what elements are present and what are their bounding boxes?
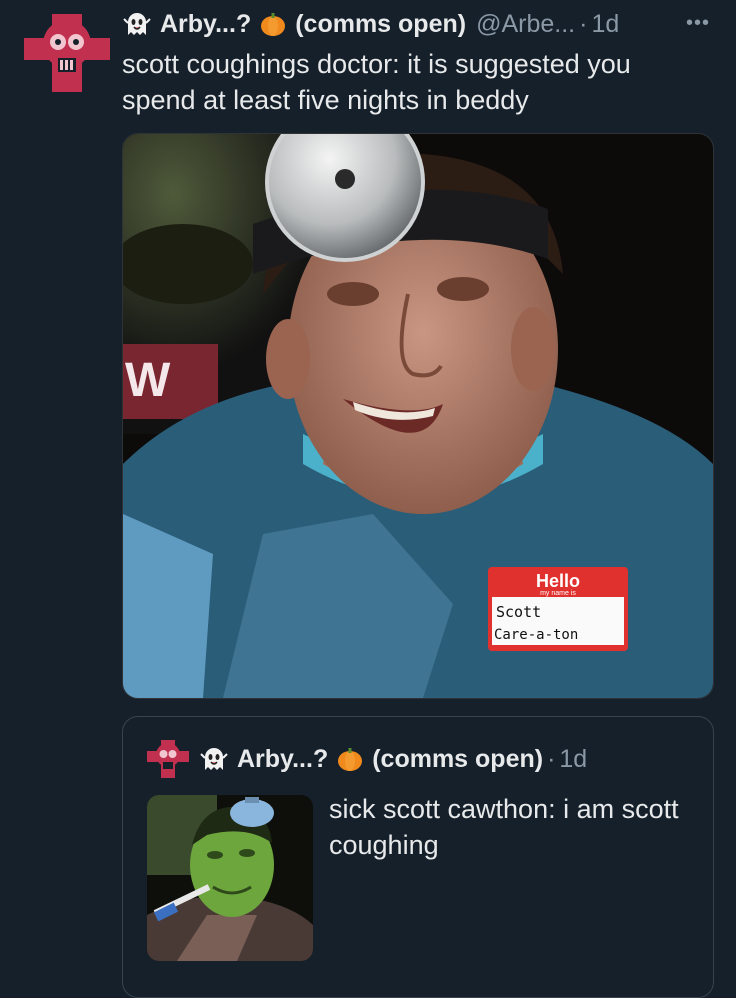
avatar-skull-icon — [24, 14, 110, 92]
more-icon[interactable]: ••• — [686, 12, 710, 35]
tweet-header: Arby...? (comms open) @Arbe... · 1d — [122, 6, 716, 42]
tweet-text: scott coughings doctor: it is suggested … — [122, 49, 631, 115]
tweet: Arby...? (comms open) @Arbe... · 1d ••• … — [0, 0, 736, 998]
quoted-author-suffix[interactable]: (comms open) — [372, 745, 543, 774]
quoted-tweet-time[interactable]: 1d — [559, 745, 587, 774]
quoted-tweet[interactable]: Arby...? (comms open) · 1d sick scott ca… — [122, 716, 714, 998]
quoted-author-name[interactable]: Arby...? — [237, 745, 328, 774]
tweet-photo[interactable]: W Hello my name is Scott Care-a-ton — [122, 133, 714, 699]
name-tag-line1: Scott — [496, 603, 541, 621]
quoted-tweet-thumbnail[interactable] — [147, 795, 313, 961]
name-tag-hello: Hello — [536, 571, 580, 591]
ghost-icon — [200, 748, 228, 770]
tweet-time[interactable]: 1d — [591, 10, 619, 39]
author-avatar[interactable] — [24, 10, 110, 96]
pumpkin-icon — [338, 748, 363, 771]
quoted-thumbnail-image — [147, 795, 313, 961]
quoted-tweet-header: Arby...? (comms open) · 1d — [147, 737, 587, 781]
ghost-icon — [123, 13, 151, 35]
author-name[interactable]: Arby...? — [160, 10, 251, 39]
quoted-author-avatar[interactable] — [147, 738, 189, 780]
name-tag: Hello my name is Scott Care-a-ton — [488, 567, 628, 651]
header-separator: · — [579, 9, 588, 38]
author-handle[interactable]: @Arbe... — [476, 10, 575, 39]
author-suffix[interactable]: (comms open) — [295, 10, 466, 39]
tweet-photo-image: W Hello my name is Scott Care-a-ton — [123, 134, 713, 698]
quoted-header-separator: · — [547, 744, 556, 773]
name-tag-subtitle: my name is — [540, 590, 576, 597]
quoted-tweet-text: sick scott cawthon: i am scott coughing — [329, 794, 679, 860]
pumpkin-icon — [261, 13, 286, 36]
photo-sign-text: W — [125, 354, 171, 407]
name-tag-line2: Care-a-ton — [494, 627, 578, 643]
